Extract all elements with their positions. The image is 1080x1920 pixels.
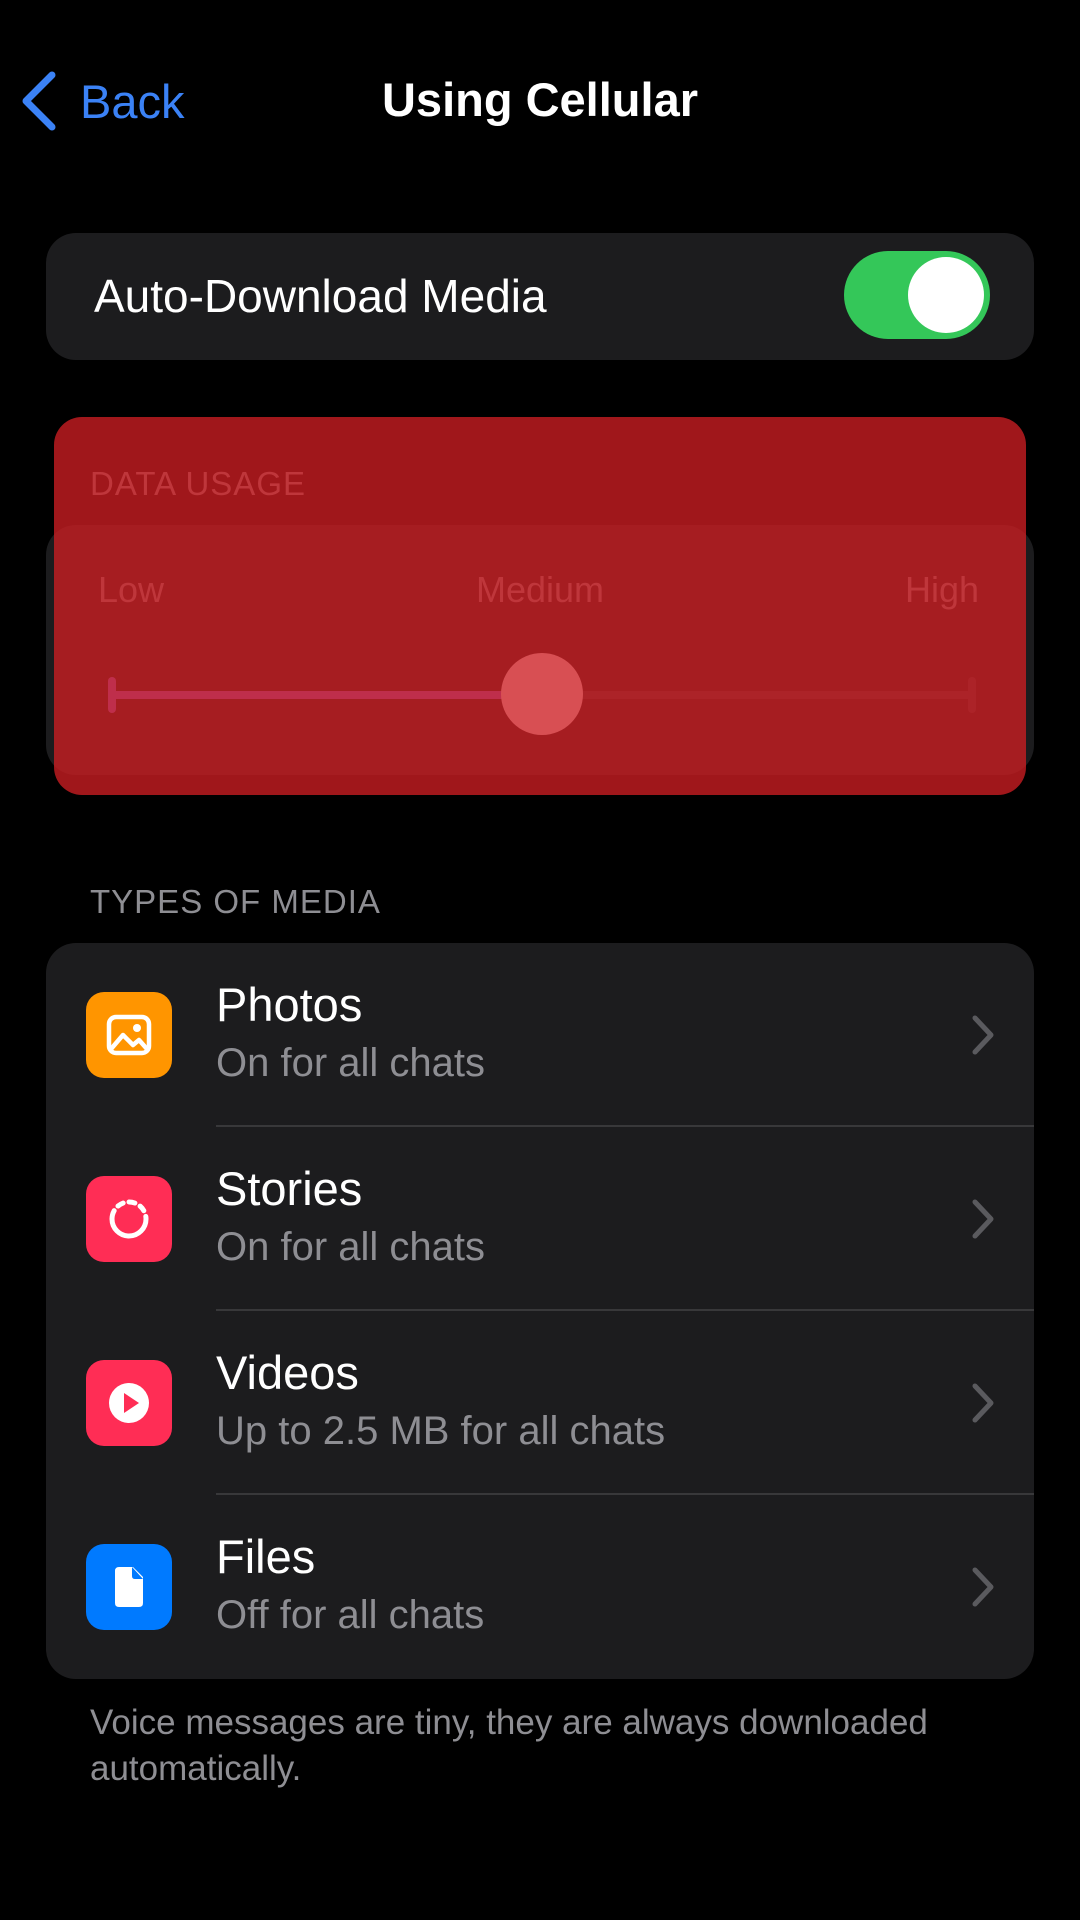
chevron-right-icon (972, 1567, 994, 1607)
slider-label-high: High (904, 569, 979, 610)
photos-tile (86, 992, 172, 1078)
media-row-subtitle: Up to 2.5 MB for all chats (216, 1409, 666, 1453)
page-title: Using Cellular (381, 73, 698, 126)
media-row-title: Photos (216, 978, 363, 1031)
slider-label-medium: Medium (475, 569, 605, 610)
data-usage-slider[interactable] (108, 653, 976, 735)
media-row-videos[interactable]: Videos Up to 2.5 MB for all chats (46, 1311, 1034, 1495)
navigation-bar: Back Using Cellular (0, 0, 1080, 200)
media-row-subtitle: On for all chats (216, 1041, 486, 1085)
media-row-subtitle: Off for all chats (216, 1593, 485, 1637)
stories-tile (86, 1176, 172, 1262)
media-row-title: Stories (216, 1162, 363, 1215)
slider-cap-right (968, 677, 976, 713)
file-icon (115, 1567, 143, 1607)
chevron-right-icon (972, 1383, 994, 1423)
switch-knob (908, 257, 984, 333)
photo-icon (106, 1014, 152, 1056)
auto-download-switch[interactable] (844, 251, 990, 339)
media-row-photos[interactable]: Photos On for all chats (46, 943, 1034, 1127)
auto-download-label: Auto-Download Media (94, 270, 547, 322)
slider-cap-left (108, 677, 116, 713)
media-row-files[interactable]: Files Off for all chats (46, 1495, 1034, 1679)
data-usage-header: DATA USAGE (90, 465, 306, 502)
media-row-title: Files (216, 1530, 316, 1583)
footer-note: Voice messages are tiny, they are always… (90, 1703, 928, 1788)
media-row-subtitle: On for all chats (216, 1225, 486, 1269)
slider-fill (110, 691, 542, 699)
stories-icon (109, 1199, 149, 1239)
video-play-icon (109, 1383, 149, 1423)
data-usage-card: Low Medium High (46, 525, 1034, 775)
chevron-right-icon (972, 1015, 994, 1055)
media-types-list: Photos On for all chats Stories On for a… (46, 943, 1034, 1679)
types-of-media-header: TYPES OF MEDIA (90, 883, 381, 920)
auto-download-card: Auto-Download Media (46, 233, 1034, 360)
chevron-right-icon (972, 1199, 994, 1239)
slider-labels: Low Medium High (46, 569, 1034, 619)
files-tile (86, 1544, 172, 1630)
slider-thumb[interactable] (501, 653, 583, 735)
videos-tile (86, 1360, 172, 1446)
media-row-title: Videos (216, 1346, 359, 1399)
media-row-stories[interactable]: Stories On for all chats (46, 1127, 1034, 1311)
